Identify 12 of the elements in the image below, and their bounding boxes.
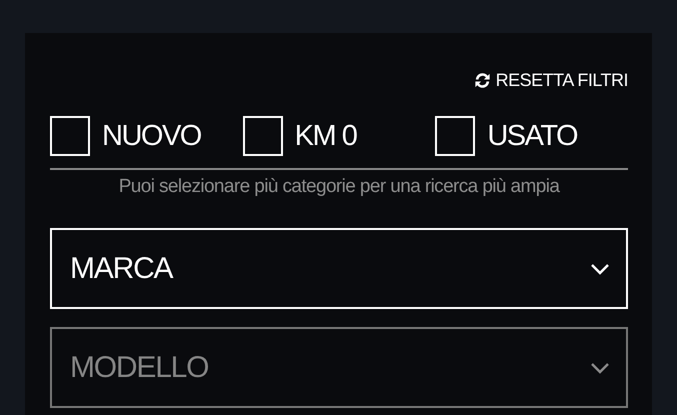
refresh-icon [472, 71, 492, 90]
hint-text: Puoi selezionare più categorie per una ricerca più ampia [118, 176, 561, 198]
checkbox-label[interactable]: KM 0 [294, 120, 356, 152]
reset-filters-button[interactable]: RESETTA FILTRI [472, 70, 628, 91]
checkbox[interactable] [50, 116, 90, 156]
chevron-down-icon [590, 262, 610, 274]
checkbox-label[interactable]: NUOVO [102, 120, 201, 152]
dropdown-field[interactable]: MARCA [50, 228, 628, 309]
checkbox[interactable] [242, 116, 283, 156]
checkbox[interactable] [435, 116, 476, 156]
checkbox-label[interactable]: USATO [487, 120, 578, 152]
chevron-down-icon [590, 362, 610, 374]
